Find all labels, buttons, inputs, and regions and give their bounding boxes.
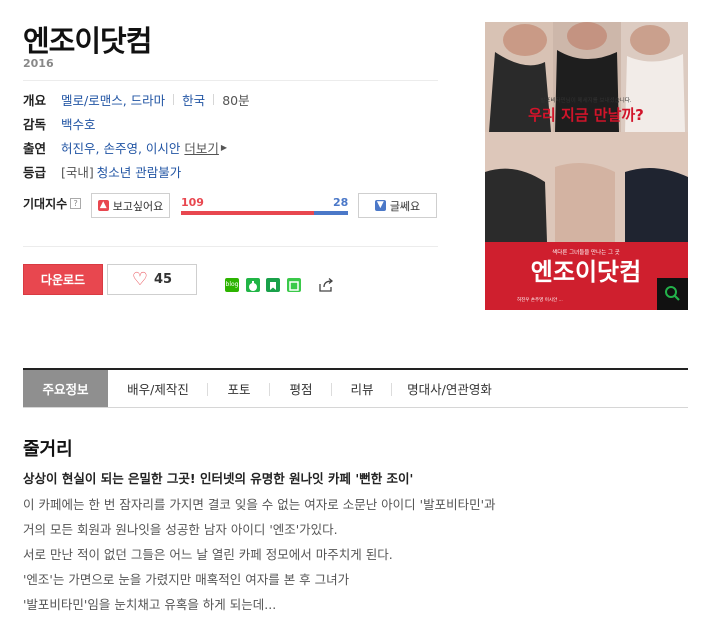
tab-quotes-related[interactable]: 명대사/연관영화 — [392, 370, 507, 407]
genre-link[interactable]: 멜로/로맨스, 드라마 — [61, 90, 165, 109]
like-count: 45 — [154, 272, 173, 287]
rating-link[interactable]: 청소년 관람불가 — [97, 162, 181, 181]
heart-icon: ♡ — [131, 269, 149, 290]
synopsis-line: 이 카페에는 한 번 잠자리를 가지면 결코 잊을 수 없는 여자로 소문난 아… — [23, 497, 496, 512]
rating-prefix: [국내] — [61, 165, 94, 180]
share-export-icon[interactable] — [318, 277, 334, 293]
genre-label: 개요 — [23, 93, 47, 108]
divider — [213, 94, 215, 105]
bookmark-icon[interactable] — [266, 278, 280, 292]
tab-photo[interactable]: 포토 — [208, 370, 270, 407]
synopsis-line: 서로 만난 적이 없던 그들은 어느 날 열린 카페 정모에서 마주치게 된다. — [23, 547, 393, 562]
synopsis-title: 줄거리 — [23, 439, 73, 460]
tab-review[interactable]: 리뷰 — [332, 370, 392, 407]
tab-cast-crew[interactable]: 배우/제작진 — [108, 370, 208, 407]
runtime: 80분 — [222, 93, 250, 108]
info-row-cast: 출연 허진우, 손주영, 이시안 더보기 ▶ — [23, 138, 227, 157]
want-to-see-label: 보고싶어요 — [112, 199, 164, 213]
tab-rating[interactable]: 평점 — [270, 370, 332, 407]
tab-main-info[interactable]: 주요정보 — [23, 370, 108, 407]
download-button[interactable]: 다운로드 — [23, 264, 103, 295]
director-label: 감독 — [23, 117, 47, 132]
tab-cast-crew-label: 배우/제작진 — [127, 382, 189, 397]
band-icon[interactable] — [246, 278, 260, 292]
tab-rating-label: 평점 — [289, 382, 313, 397]
thumbs-down-icon: ▼ — [374, 200, 386, 211]
movie-year: 2016 — [23, 57, 54, 70]
line-icon[interactable] — [287, 278, 301, 292]
synopsis-line: '발포비타민'임을 눈치채고 유혹을 하게 되는데... — [23, 597, 277, 612]
rating-label: 등급 — [23, 165, 47, 180]
poster-headline: 우리 지금 만날까? — [528, 106, 644, 124]
synopsis-line: 거의 모든 회원과 원나잇을 성공한 남자 아이디 '엔조'가있다. — [23, 522, 338, 537]
country-link[interactable]: 한국 — [182, 90, 205, 109]
poster-band-title: 엔조이닷컴 — [531, 258, 641, 286]
cast-links[interactable]: 허진우, 손주영, 이시안 — [61, 138, 180, 157]
help-icon[interactable]: ? — [70, 198, 82, 209]
divider — [23, 80, 438, 81]
caret-right-icon: ▶ — [220, 143, 228, 152]
tab-quotes-related-label: 명대사/연관영화 — [407, 382, 492, 397]
not-sure-button[interactable]: ▼ 글쎄요 — [358, 193, 437, 218]
tab-review-label: 리뷰 — [350, 382, 374, 397]
poster-image: 발포비타민님이 메세지를 보내셨습니다. 우리 지금 만날까? 색다른 그녀들을… — [485, 22, 688, 310]
poster-tagline-top: 발포비타민님이 메세지를 보내셨습니다. — [540, 96, 632, 104]
want-to-see-button[interactable]: ▲ 보고싶어요 — [91, 193, 170, 218]
expect-ratio-bar — [181, 211, 348, 215]
want-count: 109 — [181, 196, 204, 209]
synopsis-line: '엔조'는 가면으로 눈을 가렸지만 매혹적인 여자를 본 후 그녀가 — [23, 572, 350, 587]
synopsis-headline: 상상이 현실이 되는 은밀한 그곳! 인터넷의 유명한 원나잇 카페 '뻔한 조… — [23, 471, 414, 486]
movie-title: 엔조이닷컴 — [23, 24, 152, 58]
poster-band-small: 색다른 그녀들을 만나는 그 곳 — [552, 248, 620, 256]
tab-main-info-label: 주요정보 — [42, 382, 89, 397]
expect-label-text: 기대지수 — [23, 197, 68, 211]
info-row-genre: 개요 멜로/로맨스, 드라마 한국 80분 — [23, 90, 250, 109]
cast-label: 출연 — [23, 141, 47, 156]
poster-credits: 허진우 손주영 이시안 ... — [517, 296, 563, 303]
blog-icon[interactable]: blog — [225, 278, 239, 292]
tab-photo-label: 포토 — [227, 382, 251, 397]
tab-bar: 주요정보 배우/제작진 포토 평점 리뷰 명대사/연관영화 — [23, 368, 688, 408]
not-sure-count: 28 — [333, 196, 349, 209]
blog-icon-text: blog — [225, 281, 239, 288]
cast-more-link[interactable]: 더보기 — [184, 138, 219, 157]
info-row-rating: 등급 [국내] 청소년 관람불가 — [23, 162, 181, 181]
divider — [23, 246, 438, 247]
expect-ratio-fill — [181, 211, 314, 215]
not-sure-label: 글쎄요 — [389, 199, 421, 213]
thumbs-up-icon: ▲ — [97, 200, 109, 211]
info-row-director: 감독 백수호 — [23, 114, 96, 133]
director-link[interactable]: 백수호 — [61, 114, 96, 133]
divider — [173, 94, 175, 105]
like-button[interactable]: ♡ 45 — [107, 264, 197, 295]
movie-poster[interactable]: 발포비타민님이 메세지를 보내셨습니다. 우리 지금 만날까? 색다른 그녀들을… — [485, 22, 688, 310]
expect-label: 기대지수 ? — [23, 195, 82, 212]
